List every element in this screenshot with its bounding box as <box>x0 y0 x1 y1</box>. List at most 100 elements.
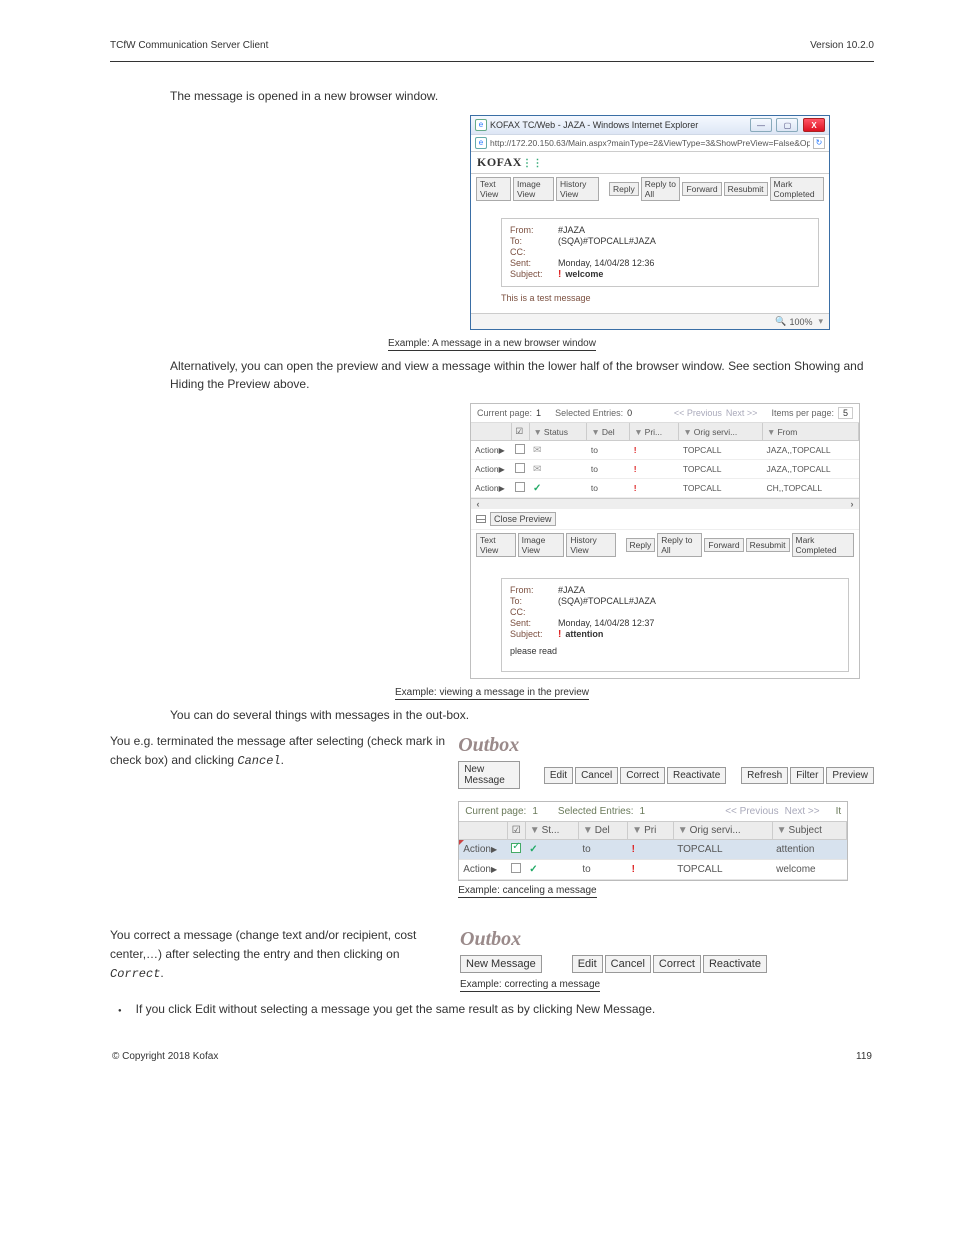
bullet-text: If you click Edit without selecting a me… <box>136 1002 656 1016</box>
zoom-dropdown-icon[interactable]: ▾ <box>818 316 823 327</box>
reply-button[interactable]: Reply <box>609 182 639 196</box>
filter-icon[interactable]: ▼ <box>767 427 775 437</box>
mark-completed-button[interactable]: Mark Completed <box>792 533 855 557</box>
filter-icon[interactable]: ▼ <box>591 427 599 437</box>
reply-all-button[interactable]: Reply to All <box>657 533 702 557</box>
next-page[interactable]: Next >> <box>726 408 758 418</box>
correct-button[interactable]: Correct <box>620 767 665 784</box>
prev-page[interactable]: << Previous <box>725 806 778 817</box>
header-left: TCfW Communication Server Client <box>110 40 268 51</box>
filter-icon[interactable]: ▼ <box>777 825 787 836</box>
image-view-button[interactable]: Image View <box>513 177 554 201</box>
filter-icon[interactable]: ▼ <box>683 427 691 437</box>
table-row[interactable]: Action▶ ✓ to ! TOPCALL CH,,TOPCALL <box>471 479 859 498</box>
priority-icon: ! <box>558 269 561 280</box>
priority-icon: ! <box>634 464 637 474</box>
new-message-button[interactable]: New Message <box>460 955 542 973</box>
filter-icon[interactable]: ▼ <box>534 427 542 437</box>
ie-favicon-icon: e <box>475 119 487 131</box>
check-icon: ✓ <box>529 864 537 875</box>
text-view-button[interactable]: Text View <box>476 177 511 201</box>
history-view-button[interactable]: History View <box>556 177 599 201</box>
outbox-heading: Outbox <box>460 928 874 951</box>
layout-icon[interactable] <box>476 515 486 523</box>
url-favicon-icon: e <box>475 137 487 149</box>
outbox-grid: Current page:1 Selected Entries:1 << Pre… <box>458 801 848 881</box>
mark-completed-button[interactable]: Mark Completed <box>770 177 824 201</box>
cancel-button[interactable]: Cancel <box>605 955 651 973</box>
filter-icon[interactable]: ▼ <box>583 825 593 836</box>
window-title: KOFAX TC/Web - JAZA - Windows Internet E… <box>490 120 748 130</box>
priority-icon: ! <box>634 483 637 493</box>
fig1-caption: Example: A message in a new browser wind… <box>388 338 596 351</box>
table-row[interactable]: Action▶ ✓ to ! TOPCALL welcome <box>459 860 847 880</box>
inbox-grid: Current page: 1 Selected Entries: 0 << P… <box>470 403 860 679</box>
correct-button[interactable]: Correct <box>653 955 701 973</box>
preview-header: From:#JAZA To:(SQA)#TOPCALL#JAZA CC: Sen… <box>501 578 849 672</box>
refresh-icon[interactable]: ↻ <box>813 137 825 149</box>
preview-body: please read <box>510 646 840 656</box>
new-message-button[interactable]: New Message <box>458 761 519 789</box>
items-per-page[interactable]: 5 <box>838 407 853 419</box>
filter-icon[interactable]: ▼ <box>634 427 642 437</box>
horizontal-scrollbar[interactable]: ‹› <box>471 498 859 509</box>
table-row[interactable]: Action▶ ✓ to ! TOPCALL attention <box>459 840 847 860</box>
resubmit-button[interactable]: Resubmit <box>746 538 790 552</box>
intro-text: The message is opened in a new browser w… <box>170 87 874 105</box>
reply-all-button[interactable]: Reply to All <box>641 177 681 201</box>
table-row[interactable]: Action▶ ✉ to ! TOPCALL JAZA,,TOPCALL <box>471 441 859 460</box>
check-icon: ✓ <box>529 844 537 855</box>
filter-button[interactable]: Filter <box>790 767 824 784</box>
history-view-button[interactable]: History View <box>566 533 615 557</box>
refresh-button[interactable]: Refresh <box>741 767 788 784</box>
cancel-button[interactable]: Cancel <box>575 767 618 784</box>
zoom-icon[interactable]: 🔍 <box>775 316 786 327</box>
row-checkbox[interactable] <box>511 863 521 873</box>
sec3-lead: You can do several things with messages … <box>170 706 874 724</box>
minimize-button[interactable]: — <box>750 118 772 132</box>
next-page[interactable]: Next >> <box>785 806 820 817</box>
forward-button[interactable]: Forward <box>682 182 721 196</box>
envelope-icon: ✉ <box>533 464 541 475</box>
brand-bar: KOFAX⋮⋮ <box>471 151 829 174</box>
reactivate-button[interactable]: Reactivate <box>703 955 767 973</box>
maximize-button[interactable]: ▢ <box>776 118 798 132</box>
text-view-button[interactable]: Text View <box>476 533 516 557</box>
preview-button[interactable]: Preview <box>826 767 874 784</box>
fig3b-caption: Example: correcting a message <box>460 979 600 992</box>
filter-icon[interactable]: ▼ <box>632 825 642 836</box>
reply-button[interactable]: Reply <box>626 538 656 552</box>
edit-button[interactable]: Edit <box>544 767 573 784</box>
bullet-icon: ● <box>118 1008 122 1016</box>
fig2-caption: Example: viewing a message in the previe… <box>395 687 589 700</box>
envelope-icon: ✉ <box>533 445 541 456</box>
row-checkbox[interactable] <box>515 444 525 454</box>
para2: Alternatively, you can open the preview … <box>170 357 874 393</box>
fig3a-caption: Example: canceling a message <box>458 885 596 898</box>
table-row[interactable]: Action▶ ✉ to ! TOPCALL JAZA,,TOPCALL <box>471 460 859 479</box>
zoom-level[interactable]: 100% <box>789 317 812 327</box>
prev-page[interactable]: << Previous <box>674 408 722 418</box>
close-preview-button[interactable]: Close Preview <box>490 512 556 526</box>
ie-window: e KOFAX TC/Web - JAZA - Windows Internet… <box>470 115 830 330</box>
row-checkbox[interactable] <box>511 843 521 853</box>
filter-icon[interactable]: ▼ <box>530 825 540 836</box>
edit-button[interactable]: Edit <box>572 955 603 973</box>
url-text[interactable]: http://172.20.150.63/Main.aspx?mainType=… <box>490 138 810 148</box>
priority-icon: ! <box>632 844 635 855</box>
reactivate-button[interactable]: Reactivate <box>667 767 726 784</box>
image-view-button[interactable]: Image View <box>518 533 565 557</box>
priority-icon: ! <box>634 445 637 455</box>
header-right: Version 10.2.0 <box>810 40 874 51</box>
close-button[interactable]: X <box>803 118 825 132</box>
filter-icon[interactable]: ▼ <box>678 825 688 836</box>
row-checkbox[interactable] <box>515 482 525 492</box>
message-header: From:#JAZA To:(SQA)#TOPCALL#JAZA CC: Sen… <box>501 218 819 287</box>
select-all-icon[interactable]: ☑ <box>512 825 521 836</box>
select-all-icon[interactable]: ☑ <box>516 426 524 436</box>
row-checkbox[interactable] <box>515 463 525 473</box>
priority-icon: ! <box>632 864 635 875</box>
forward-button[interactable]: Forward <box>704 538 743 552</box>
resubmit-button[interactable]: Resubmit <box>724 182 768 196</box>
correct-text: You correct a message (change text and/o… <box>110 926 450 985</box>
